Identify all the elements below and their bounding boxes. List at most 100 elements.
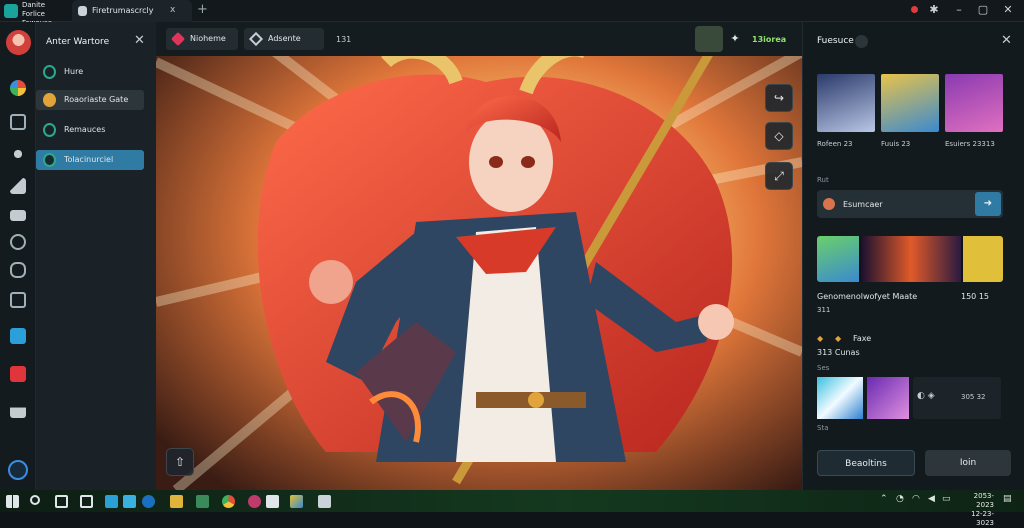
settings-icon[interactable]: ✱ xyxy=(927,3,941,17)
character-artwork xyxy=(156,22,802,490)
leaf-icon xyxy=(43,65,56,79)
app-window: Danite Forlice Fawouse Firetrumascrcly ⅹ… xyxy=(0,0,1024,527)
right-panel: Fuesuce ✕ Rofeen 23 Fuuis 23 Esuiers 233… xyxy=(802,22,1024,490)
sub-row-label: Faxe xyxy=(853,334,872,343)
section-label: Sta xyxy=(817,424,829,432)
notification-icon[interactable]: ▤ xyxy=(1003,494,1012,504)
gallery-thumb[interactable] xyxy=(817,74,875,132)
pill-adsente[interactable]: Adsente xyxy=(244,28,324,50)
icon-nav xyxy=(0,22,36,490)
chevron-up-icon[interactable]: ⌃ xyxy=(880,494,888,504)
flame-icon: ◆ xyxy=(817,334,824,343)
leaf-icon xyxy=(43,153,56,167)
refresh-icon[interactable] xyxy=(10,234,26,250)
info-icon[interactable] xyxy=(855,35,868,48)
maximize-button[interactable]: ▢ xyxy=(976,3,990,17)
gallery-caption: Fuuis 23 xyxy=(881,140,911,148)
start-icon[interactable] xyxy=(6,495,19,508)
card-thumb xyxy=(817,236,859,282)
trophy-icon[interactable] xyxy=(695,26,723,52)
leaf-icon xyxy=(43,123,56,137)
chat-icon[interactable] xyxy=(55,495,68,508)
checklist-icon[interactable] xyxy=(10,292,26,308)
mail-icon[interactable] xyxy=(105,495,118,508)
pill-nioheme[interactable]: Nioheme xyxy=(166,28,238,50)
secondary-button[interactable]: Beaoltins xyxy=(817,450,915,476)
wand-icon[interactable]: ✦ xyxy=(728,32,742,46)
document-icon[interactable] xyxy=(266,495,279,508)
sidebar-item-label: Remauces xyxy=(64,125,106,134)
sidebar-title: Anter Wartore xyxy=(46,37,110,47)
minimize-button[interactable]: – xyxy=(952,3,966,17)
store-icon[interactable] xyxy=(123,495,136,508)
gallery-thumb[interactable] xyxy=(945,74,1003,132)
browser-tab[interactable]: Firetrumascrcly ⅹ xyxy=(72,0,192,22)
tag-icon[interactable]: ◇ xyxy=(765,122,793,150)
folder-icon[interactable] xyxy=(170,495,183,508)
coin-icon xyxy=(43,93,56,107)
profile-ring-icon[interactable] xyxy=(8,460,28,480)
video-icon[interactable] xyxy=(10,366,26,382)
edge-icon[interactable] xyxy=(142,495,155,508)
close-window-button[interactable]: ✕ xyxy=(1001,3,1015,17)
tab-favicon-icon xyxy=(78,6,87,16)
sidebar-item-remauces[interactable]: Remauces xyxy=(36,120,144,140)
image-app-icon[interactable] xyxy=(290,495,303,508)
mini-count: 305 32 xyxy=(961,393,986,401)
clock-time: 2053-2023 xyxy=(973,492,994,509)
clock[interactable]: 2053-2023 12-23-3023 xyxy=(956,492,994,528)
card-value: 150 15 xyxy=(961,292,989,301)
network-icon[interactable]: ◔ xyxy=(896,494,904,504)
search-icon[interactable] xyxy=(30,495,40,505)
close-icon[interactable]: ✕ xyxy=(1001,33,1012,48)
mini-stat-box: ◐ ◈ 305 32 xyxy=(913,377,1001,419)
gallery-caption: Rofeen 23 xyxy=(817,140,853,148)
wifi-icon[interactable]: ◠ xyxy=(912,494,920,504)
upload-icon[interactable]: ⇧ xyxy=(166,448,194,476)
item-count: 131 xyxy=(336,35,352,44)
mini-thumb[interactable] xyxy=(817,377,863,419)
mini-thumb[interactable] xyxy=(867,377,909,419)
artwork-canvas[interactable] xyxy=(156,22,802,490)
close-icon[interactable]: ✕ xyxy=(134,33,145,48)
primary-button[interactable]: Ioin xyxy=(925,450,1011,476)
tab-label: Firetrumascrcly xyxy=(92,6,154,15)
new-tab-button[interactable]: + xyxy=(197,2,208,17)
app-icon[interactable] xyxy=(196,495,209,508)
diamond-icon xyxy=(248,31,264,47)
mail-icon[interactable] xyxy=(10,328,26,344)
score-label: 13iorea xyxy=(752,35,787,44)
battery-icon[interactable]: ▭ xyxy=(942,494,951,504)
panel-title: Fuesuce xyxy=(817,36,854,46)
search-row[interactable]: Esumcaer ➜ xyxy=(817,190,1003,218)
home-icon[interactable] xyxy=(10,402,26,418)
chat-icon[interactable] xyxy=(10,210,26,221)
thumb-icon[interactable] xyxy=(10,178,26,194)
media-icon[interactable] xyxy=(248,495,261,508)
sidebar-item-hure[interactable]: Hure xyxy=(36,62,144,82)
section-label: Ses xyxy=(817,364,830,372)
sub-row-label: 313 Cunas xyxy=(817,348,860,357)
search-icon xyxy=(823,198,835,210)
task-view-icon[interactable] xyxy=(80,495,93,508)
volume-icon[interactable]: ◀ xyxy=(928,494,935,504)
chrome-icon[interactable] xyxy=(222,495,235,508)
fullscreen-icon[interactable]: ⤢ xyxy=(765,162,793,190)
tab-close-icon[interactable]: ⅹ xyxy=(170,5,175,15)
avatar[interactable] xyxy=(6,30,31,55)
clock-date: 12-23-3023 xyxy=(971,510,994,527)
sidebar-item-active[interactable]: Tolacinurciel xyxy=(36,150,144,170)
shield-icon[interactable] xyxy=(10,262,26,278)
gallery-thumb[interactable] xyxy=(881,74,939,132)
card-sub: 311 xyxy=(817,306,831,314)
notepad-icon[interactable] xyxy=(318,495,331,508)
window-icon[interactable] xyxy=(10,114,26,130)
puzzle-icon[interactable] xyxy=(10,146,26,162)
chrome-icon[interactable] xyxy=(10,80,26,96)
sidebar-item-label: Tolacinurciel xyxy=(64,155,114,164)
go-button[interactable]: ➜ xyxy=(975,192,1001,216)
featured-card[interactable] xyxy=(817,236,1003,282)
share-icon[interactable]: ↪ xyxy=(765,84,793,112)
card-thumb xyxy=(963,236,1003,282)
sidebar-item-gate[interactable]: Roaoriaste Gate xyxy=(36,90,144,110)
